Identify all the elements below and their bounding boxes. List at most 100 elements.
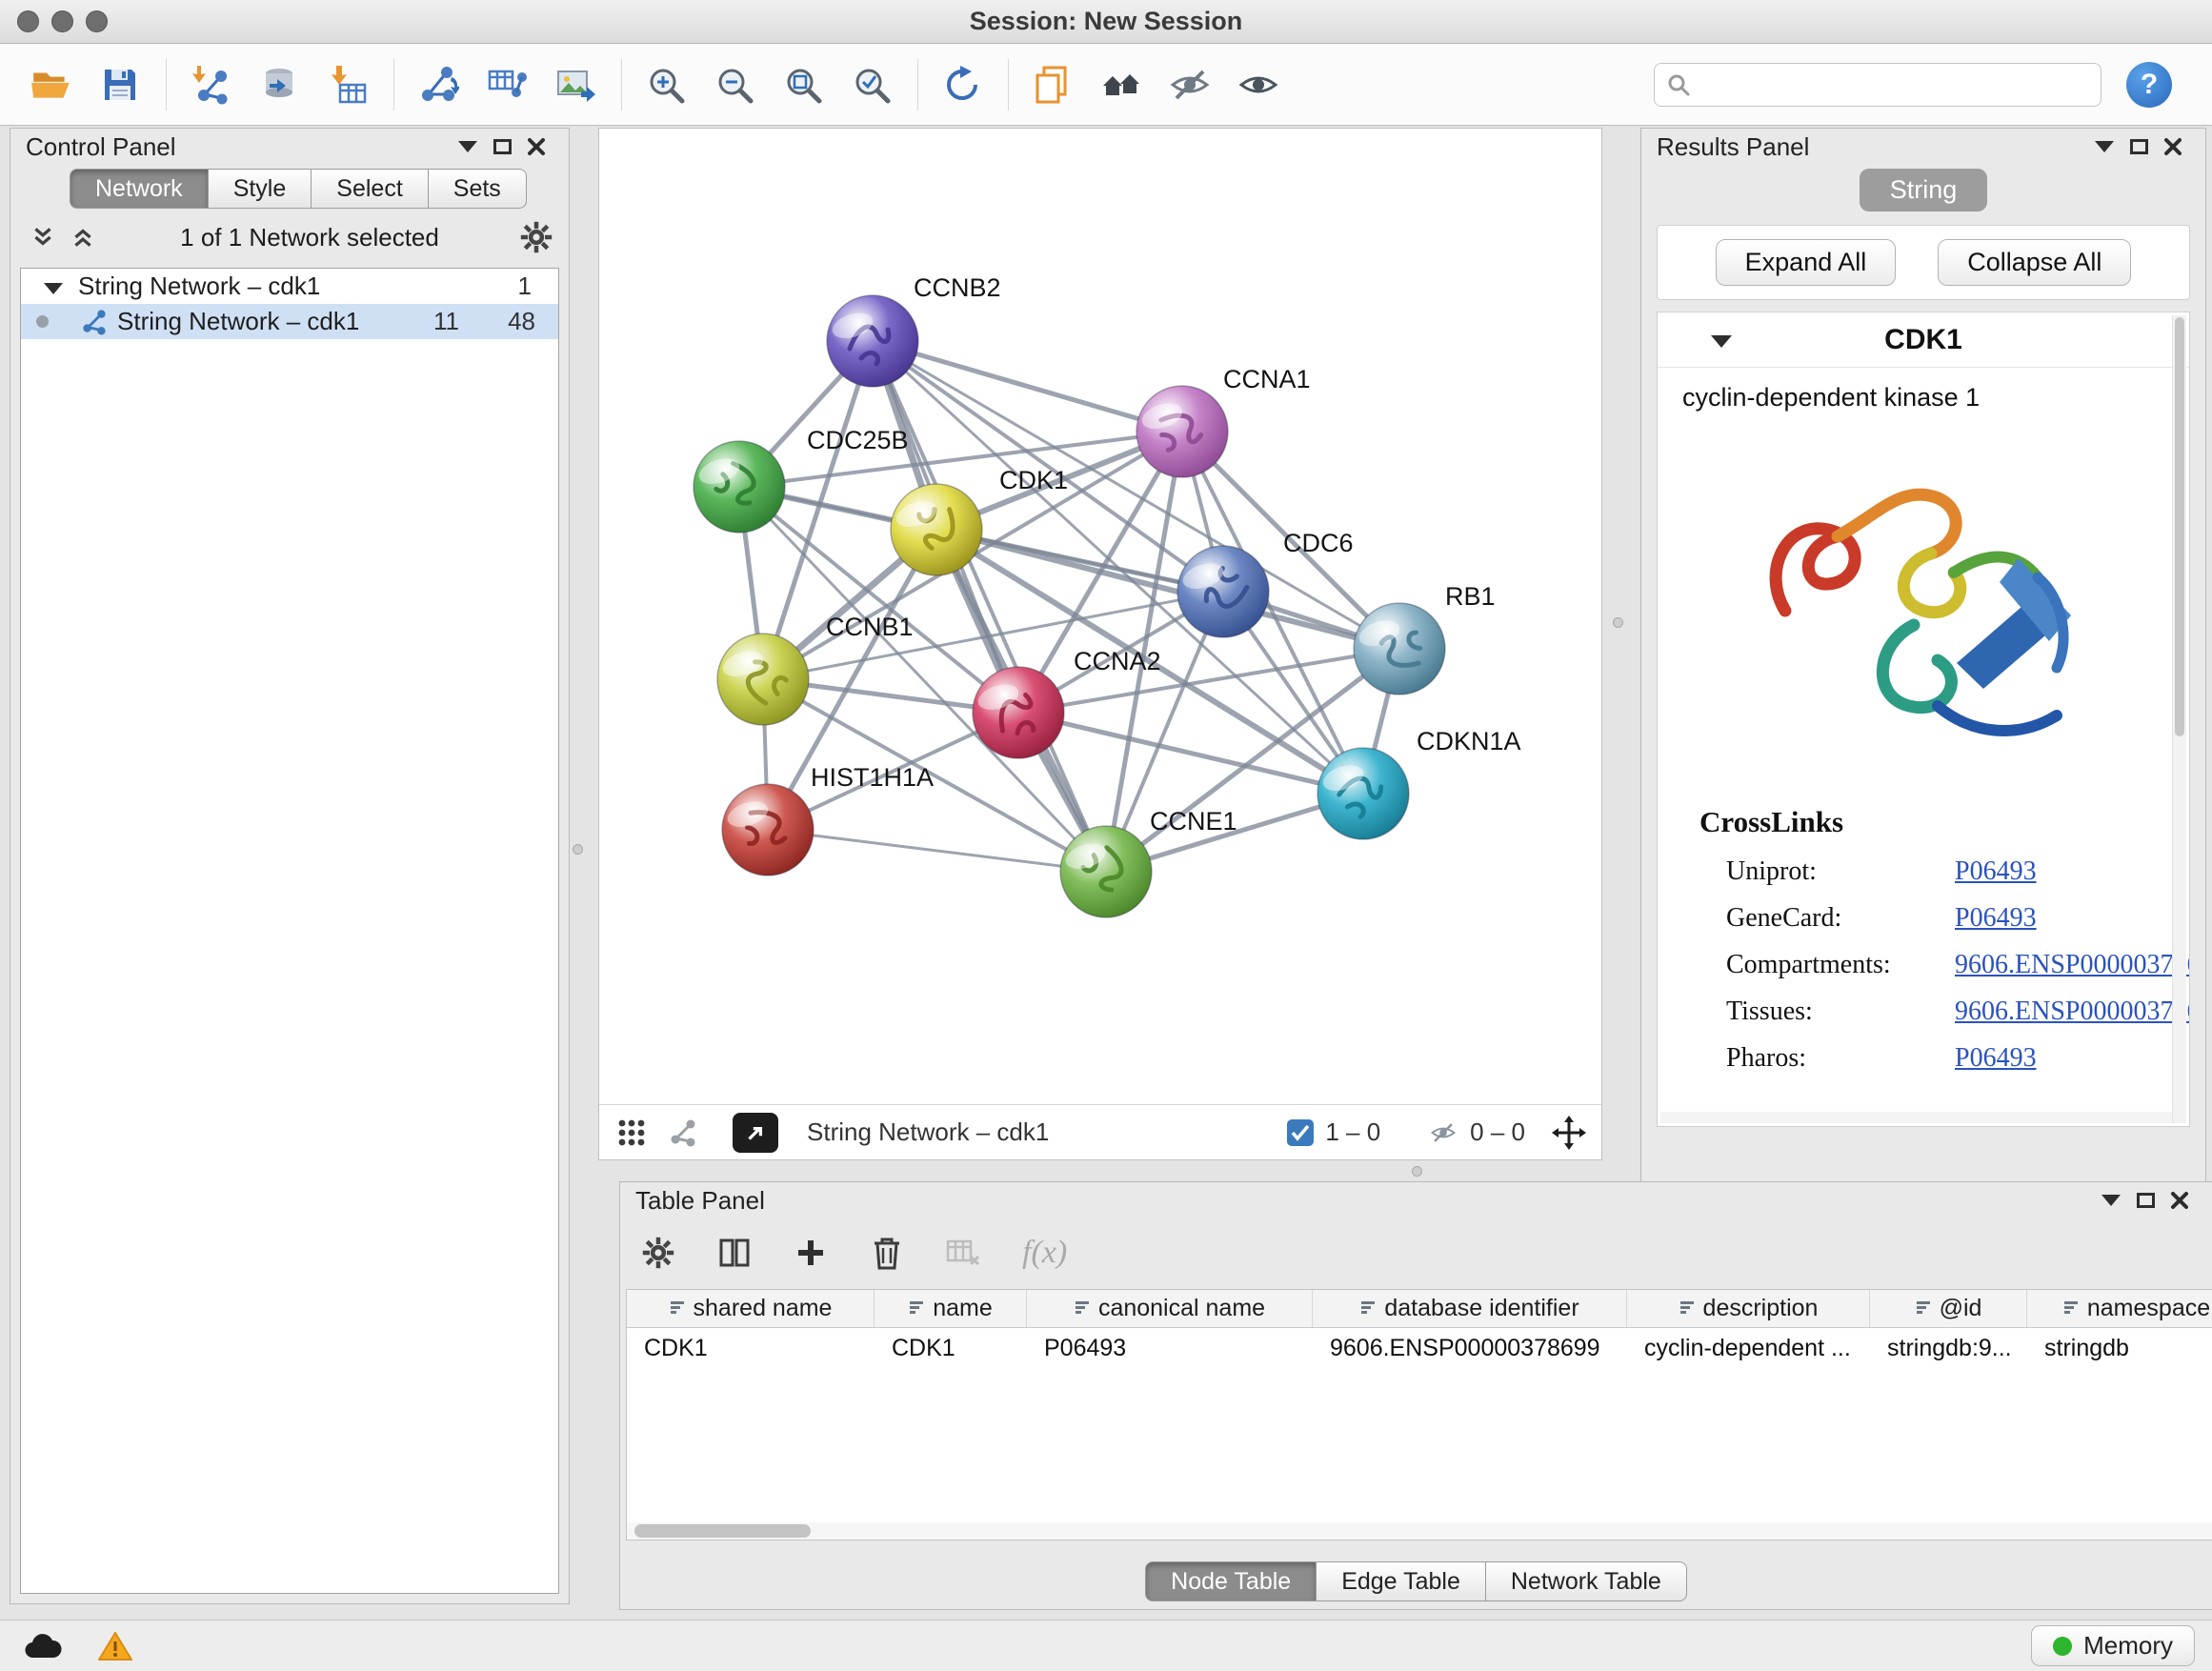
zoom-fit-button[interactable] <box>774 56 832 113</box>
network-node-ccne1[interactable] <box>1060 826 1152 917</box>
collapse-all-button[interactable] <box>26 223 60 252</box>
network-node-ccnb1[interactable] <box>717 634 809 725</box>
duplicate-network-button[interactable] <box>1024 56 1081 113</box>
warnings-button[interactable] <box>90 1626 141 1666</box>
tab-select[interactable]: Select <box>312 169 428 209</box>
network-node-ccna1[interactable] <box>1136 386 1228 477</box>
float-panel-button[interactable] <box>451 132 485 161</box>
column-header-database-identifier[interactable]: database identifier <box>1313 1290 1627 1327</box>
column-header-shared-name[interactable]: shared name <box>627 1290 875 1327</box>
export-image-button[interactable] <box>547 56 604 113</box>
column-header--id[interactable]: @id <box>1870 1290 2027 1327</box>
network-edge[interactable] <box>873 341 1182 432</box>
zoom-in-button[interactable] <box>637 56 694 113</box>
network-node-ccna2[interactable] <box>973 667 1064 758</box>
apply-layout-button[interactable] <box>934 56 991 113</box>
collapse-all-button[interactable]: Collapse All <box>1938 239 2131 286</box>
horizontal-splitter-handle[interactable] <box>1412 1166 1422 1177</box>
pan-button[interactable] <box>1552 1118 1586 1147</box>
results-horizontal-scrollbar[interactable] <box>1660 1112 2172 1123</box>
show-columns-button[interactable] <box>717 1238 752 1267</box>
network-node-ccnb2[interactable] <box>827 295 918 387</box>
disclosure-triangle-icon[interactable] <box>1711 335 1732 348</box>
network-node-cdc6[interactable] <box>1177 546 1269 637</box>
column-header-namespace[interactable]: namespace <box>2027 1290 2212 1327</box>
network-canvas[interactable]: CCNB2CCNA1CDC25BCDK1CDC6RB1CCNB1CCNA2CDK… <box>599 129 1601 1104</box>
crosslink-link[interactable]: 9606.ENSP00000378699 <box>1955 950 2190 980</box>
crosslink-link[interactable]: P06493 <box>1955 1043 2190 1074</box>
zoom-selected-button[interactable] <box>843 56 900 113</box>
export-table-button[interactable] <box>478 56 535 113</box>
maximize-panel-button[interactable] <box>2128 1186 2162 1215</box>
zoom-window-button[interactable] <box>86 10 108 32</box>
table-options-button[interactable] <box>641 1238 675 1267</box>
show-all-button[interactable] <box>1230 56 1287 113</box>
memory-button[interactable]: Memory <box>2031 1625 2195 1666</box>
grid-view-button[interactable] <box>614 1118 649 1147</box>
search-input[interactable] <box>1700 70 2089 98</box>
help-button[interactable]: ? <box>2126 62 2172 108</box>
cloud-status-button[interactable] <box>17 1626 69 1666</box>
network-node-cdkn1a[interactable] <box>1317 748 1409 839</box>
scrollbar-thumb[interactable] <box>634 1524 811 1538</box>
tab-edge-table[interactable]: Edge Table <box>1317 1561 1486 1601</box>
close-panel-button[interactable] <box>2162 1186 2197 1215</box>
function-builder-button[interactable]: f(x) <box>1022 1235 1067 1271</box>
import-table-button[interactable] <box>319 56 376 113</box>
birdseye-view-button[interactable] <box>733 1113 778 1153</box>
tab-node-table[interactable]: Node Table <box>1145 1561 1317 1601</box>
selected-nodes-checkbox-icon[interactable] <box>1287 1119 1314 1146</box>
tab-string[interactable]: String <box>1860 169 1988 211</box>
vertical-splitter-handle[interactable] <box>1613 617 1623 628</box>
network-options-button[interactable] <box>519 223 553 252</box>
tab-network-table[interactable]: Network Table <box>1486 1561 1687 1601</box>
tab-network[interactable]: Network <box>70 169 209 209</box>
network-node-hist1h1a[interactable] <box>722 784 814 876</box>
disclosure-triangle-icon[interactable] <box>44 283 63 294</box>
float-panel-button[interactable] <box>2094 1186 2128 1215</box>
column-header-name[interactable]: name <box>875 1290 1027 1327</box>
network-node-cdc25b[interactable] <box>694 441 785 533</box>
expand-all-button[interactable]: Expand All <box>1716 239 1897 286</box>
table-row[interactable]: CDK1CDK1P064939606.ENSP00000378699cyclin… <box>627 1328 2212 1366</box>
delete-table-button-disabled[interactable] <box>946 1238 980 1267</box>
network-node-cdk1[interactable] <box>891 484 982 575</box>
create-column-button[interactable] <box>794 1238 828 1267</box>
network-edge[interactable] <box>768 830 1106 872</box>
expand-all-tree-button[interactable] <box>66 223 100 252</box>
close-panel-button[interactable] <box>2156 132 2190 161</box>
float-panel-button[interactable] <box>2087 132 2122 161</box>
import-network-from-database-button[interactable] <box>251 56 308 113</box>
scrollbar-thumb[interactable] <box>2175 317 2184 736</box>
maximize-panel-button[interactable] <box>485 132 519 161</box>
network-edge[interactable] <box>873 341 1106 872</box>
home-button[interactable] <box>1093 56 1150 113</box>
zoom-out-button[interactable] <box>706 56 763 113</box>
network-row[interactable]: String Network – cdk1 11 48 <box>21 304 558 339</box>
crosslink-link[interactable]: P06493 <box>1955 856 2190 887</box>
close-window-button[interactable] <box>17 10 39 32</box>
minimize-window-button[interactable] <box>51 10 73 32</box>
table-horizontal-scrollbar[interactable] <box>627 1522 2212 1540</box>
network-node-rb1[interactable] <box>1354 603 1445 695</box>
open-session-button[interactable] <box>23 56 80 113</box>
close-panel-button[interactable] <box>519 132 553 161</box>
node-section-header[interactable]: CDK1 <box>1658 312 2189 368</box>
new-network-button[interactable] <box>410 56 467 113</box>
delete-column-button[interactable] <box>870 1238 904 1267</box>
column-header-description[interactable]: description <box>1627 1290 1870 1327</box>
network-collection-row[interactable]: String Network – cdk1 1 <box>21 269 558 304</box>
network-edge[interactable] <box>1018 713 1363 794</box>
network-view-button[interactable] <box>666 1118 700 1147</box>
crosslink-link[interactable]: P06493 <box>1955 903 2190 934</box>
hide-selected-button[interactable] <box>1161 56 1218 113</box>
column-header-canonical-name[interactable]: canonical name <box>1027 1290 1313 1327</box>
vertical-splitter-handle[interactable] <box>573 844 583 855</box>
maximize-panel-button[interactable] <box>2122 132 2156 161</box>
import-network-button[interactable] <box>182 56 239 113</box>
save-session-button[interactable] <box>91 56 149 113</box>
tab-style[interactable]: Style <box>209 169 312 209</box>
results-scrollbar[interactable] <box>2172 315 2186 1123</box>
tab-sets[interactable]: Sets <box>429 169 527 209</box>
crosslink-link[interactable]: 9606.ENSP00000378699 <box>1955 997 2190 1027</box>
